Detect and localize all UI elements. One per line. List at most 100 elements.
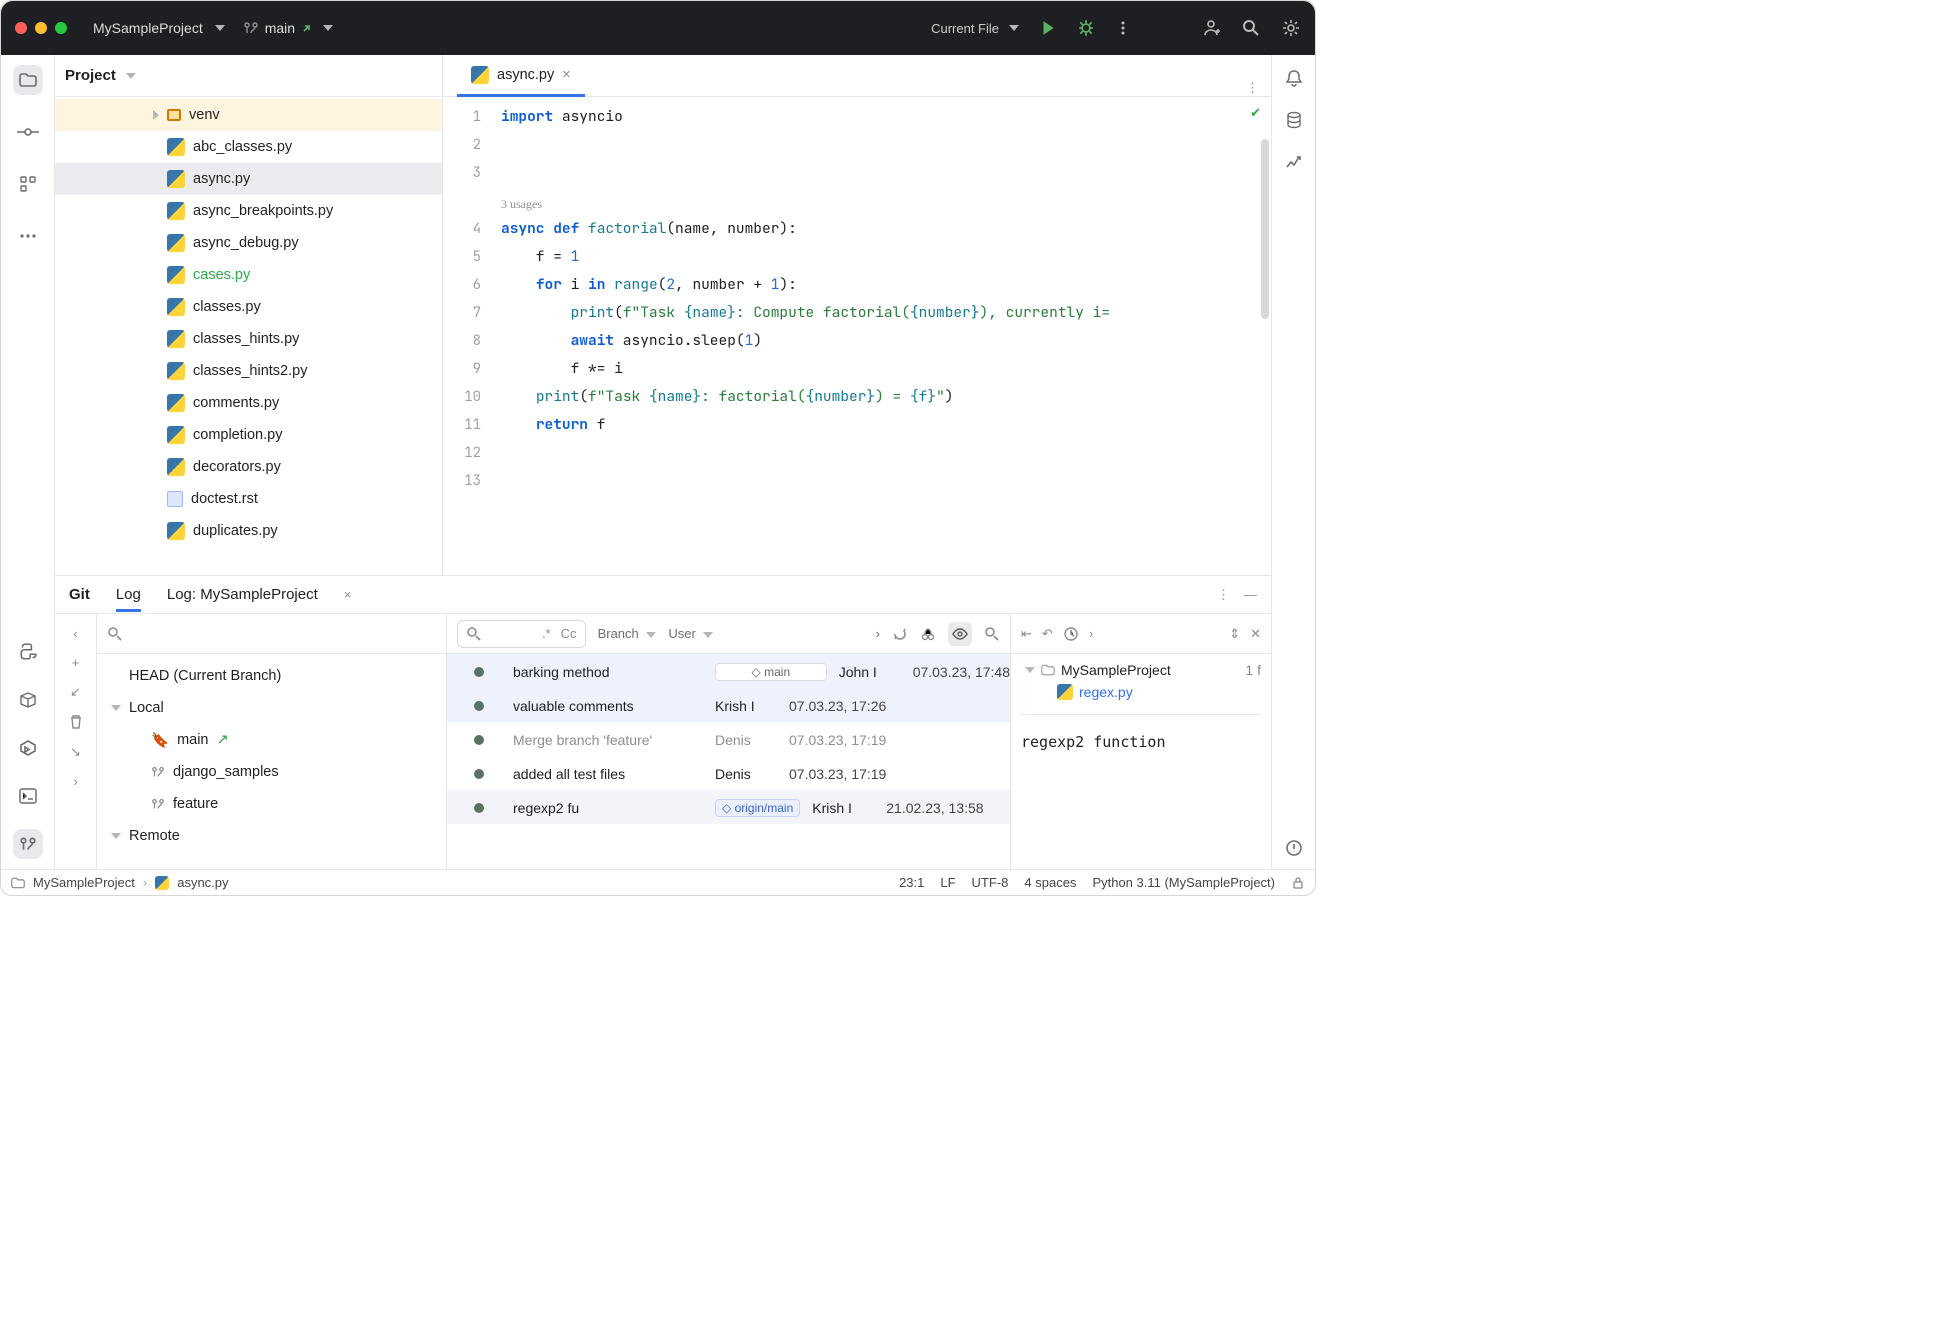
revert-icon[interactable]: ↶	[1042, 626, 1053, 642]
close-tab-icon[interactable]: ×	[562, 67, 570, 83]
structure-tool-icon[interactable]	[13, 169, 43, 199]
inspections-ok-icon[interactable]: ✔	[1250, 105, 1261, 121]
tree-item[interactable]: doctest.rst	[55, 483, 442, 515]
more-icon[interactable]	[1115, 20, 1131, 36]
code-with-me-icon[interactable]	[1201, 18, 1221, 38]
eye-icon[interactable]	[948, 622, 972, 646]
branch-item[interactable]: django_samples	[107, 756, 436, 788]
breadcrumb[interactable]: MySampleProject › async.py	[11, 875, 229, 890]
code-area[interactable]: 3 usagesimport asyncio async def factori…	[495, 97, 1271, 575]
tree-item[interactable]: decorators.py	[55, 451, 442, 483]
user-filter[interactable]: User	[668, 626, 713, 641]
git-branches: HEAD (Current Branch) Local🔖 main ↗ djan…	[97, 614, 447, 869]
fetch-icon[interactable]: ↘	[70, 744, 81, 760]
run-config-selector[interactable]: Current File	[931, 21, 1019, 36]
branch-group[interactable]: Remote	[107, 820, 436, 852]
editor-tab[interactable]: async.py ×	[457, 58, 585, 96]
head-branch[interactable]: HEAD (Current Branch)	[107, 660, 436, 692]
tree-item[interactable]: cases.py	[55, 259, 442, 291]
tree-item[interactable]: abc_classes.py	[55, 131, 442, 163]
delete-icon[interactable]	[68, 714, 84, 730]
usages-hint[interactable]: 3 usages	[501, 197, 542, 211]
regex-toggle[interactable]: .*	[542, 626, 551, 641]
editor-scrollbar[interactable]	[1261, 139, 1269, 319]
tree-item-label: async_debug.py	[193, 235, 299, 251]
next-icon[interactable]: ›	[1089, 626, 1093, 642]
commit-row[interactable]: Merge branch 'feature'Denis07.03.23, 17:…	[447, 722, 1010, 756]
search-icon[interactable]	[107, 626, 123, 642]
problems-icon[interactable]	[1285, 839, 1303, 857]
search-icon[interactable]	[984, 626, 1000, 642]
interpreter[interactable]: Python 3.11 (MySampleProject)	[1092, 875, 1275, 890]
commit-row[interactable]: added all test filesDenis07.03.23, 17:19	[447, 756, 1010, 790]
git-tool-icon[interactable]	[13, 829, 43, 859]
branch-filter[interactable]: Branch	[598, 626, 657, 641]
commit-row[interactable]: barking method◇ mainJohn I07.03.23, 17:4…	[447, 654, 1010, 688]
more-tools-icon[interactable]	[13, 221, 43, 251]
lock-icon[interactable]	[1291, 876, 1305, 890]
commit-row[interactable]: regexp2 fu◇ origin/mainKrish I21.02.23, …	[447, 790, 1010, 824]
tree-item[interactable]: duplicates.py	[55, 515, 442, 547]
branch-item[interactable]: feature	[107, 788, 436, 820]
chart-icon[interactable]	[1285, 153, 1303, 171]
terminal-icon[interactable]	[13, 781, 43, 811]
project-tool-icon[interactable]	[13, 65, 43, 95]
expand-collapse-icon[interactable]: ⇕	[1229, 626, 1240, 642]
project-selector[interactable]: MySampleProject	[93, 20, 225, 36]
settings-icon[interactable]	[1281, 18, 1301, 38]
refresh-icon[interactable]	[892, 626, 908, 642]
minimize-panel-icon[interactable]: —	[1244, 587, 1257, 602]
checkout-icon[interactable]: ↙	[70, 684, 81, 700]
tree-item[interactable]: classes.py	[55, 291, 442, 323]
minimize-window-icon[interactable]	[35, 22, 47, 34]
close-detail-icon[interactable]: ✕	[1250, 626, 1261, 642]
python-console-icon[interactable]	[13, 637, 43, 667]
git-tab-log[interactable]: Log	[116, 586, 141, 603]
branch-item[interactable]: 🔖 main ↗	[107, 724, 436, 756]
chevron-down-icon[interactable]	[126, 73, 136, 79]
packages-icon[interactable]	[13, 685, 43, 715]
project-tree[interactable]: venvabc_classes.pyasync.pyasync_breakpoi…	[55, 97, 442, 575]
close-tab-icon[interactable]: ×	[344, 587, 352, 602]
git-tab-git[interactable]: Git	[69, 586, 90, 603]
chevron-down-icon[interactable]	[1025, 667, 1035, 673]
tree-item[interactable]: comments.py	[55, 387, 442, 419]
tab-menu-icon[interactable]: ⋮	[1246, 80, 1259, 96]
log-filter-input[interactable]: .* Cc	[457, 620, 586, 648]
services-icon[interactable]	[13, 733, 43, 763]
notifications-icon[interactable]	[1285, 69, 1303, 87]
indent[interactable]: 4 spaces	[1024, 875, 1076, 890]
database-icon[interactable]	[1285, 111, 1303, 129]
git-tab-log2[interactable]: Log: MySampleProject	[167, 586, 318, 603]
search-icon[interactable]	[1241, 18, 1261, 38]
branch-group[interactable]: Local	[107, 692, 436, 724]
tree-item[interactable]: classes_hints2.py	[55, 355, 442, 387]
git-options-icon[interactable]: ⋮	[1217, 587, 1230, 603]
go-to-icon[interactable]: ⇤	[1021, 626, 1032, 642]
detail-file[interactable]: regex.py	[1079, 684, 1133, 700]
expand-icon[interactable]: ›	[73, 774, 77, 789]
collapse-icon[interactable]: ‹	[73, 626, 77, 641]
maximize-window-icon[interactable]	[55, 22, 67, 34]
line-sep[interactable]: LF	[940, 875, 955, 890]
encoding[interactable]: UTF-8	[972, 875, 1009, 890]
python-file-icon	[471, 66, 489, 84]
tree-item[interactable]: async_breakpoints.py	[55, 195, 442, 227]
tree-item[interactable]: classes_hints.py	[55, 323, 442, 355]
add-icon[interactable]: +	[72, 655, 80, 670]
history-icon[interactable]	[1063, 626, 1079, 642]
cherry-pick-icon[interactable]	[920, 626, 936, 642]
run-icon[interactable]	[1039, 19, 1057, 37]
tree-item[interactable]: venv	[55, 99, 442, 131]
tree-item[interactable]: completion.py	[55, 419, 442, 451]
commit-row[interactable]: valuable commentsKrish I07.03.23, 17:26	[447, 688, 1010, 722]
tree-item[interactable]: async_debug.py	[55, 227, 442, 259]
debug-icon[interactable]	[1077, 19, 1095, 37]
next-icon[interactable]: ›	[876, 626, 880, 641]
caret-pos[interactable]: 23:1	[899, 875, 924, 890]
case-toggle[interactable]: Cc	[561, 626, 577, 641]
tree-item[interactable]: async.py	[55, 163, 442, 195]
branch-switcher[interactable]: main	[243, 20, 333, 36]
commit-tool-icon[interactable]	[13, 117, 43, 147]
close-window-icon[interactable]	[15, 22, 27, 34]
